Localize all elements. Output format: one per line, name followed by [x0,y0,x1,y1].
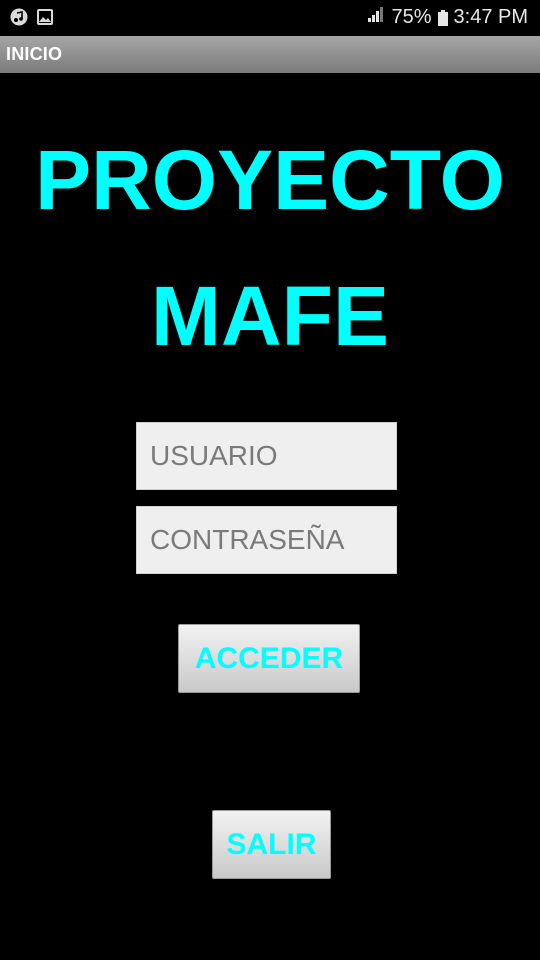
app-title-line-1: PROYECTO [35,133,505,227]
action-bar-title: INICIO [6,44,63,64]
status-time: 3:47 PM [453,5,528,28]
status-bar: 75% 3:47 PM [0,0,540,36]
app-title: PROYECTO MAFE [0,112,540,384]
action-bar: INICIO [0,36,540,73]
music-note-icon [10,8,28,26]
access-button[interactable]: ACCEDER [178,624,360,693]
username-input[interactable] [136,422,397,490]
password-input[interactable] [136,506,397,574]
status-bar-left [10,8,54,26]
image-icon [36,8,54,26]
status-bar-right: 75% 3:47 PM [367,5,528,29]
battery-icon [437,9,448,26]
signal-icon [367,5,385,29]
battery-percent: 75% [391,5,432,28]
exit-button[interactable]: SALIR [212,810,331,879]
screen: 75% 3:47 PM INICIO PROYECTO MAFE ACCEDER… [0,0,540,960]
app-title-line-2: MAFE [151,269,389,363]
